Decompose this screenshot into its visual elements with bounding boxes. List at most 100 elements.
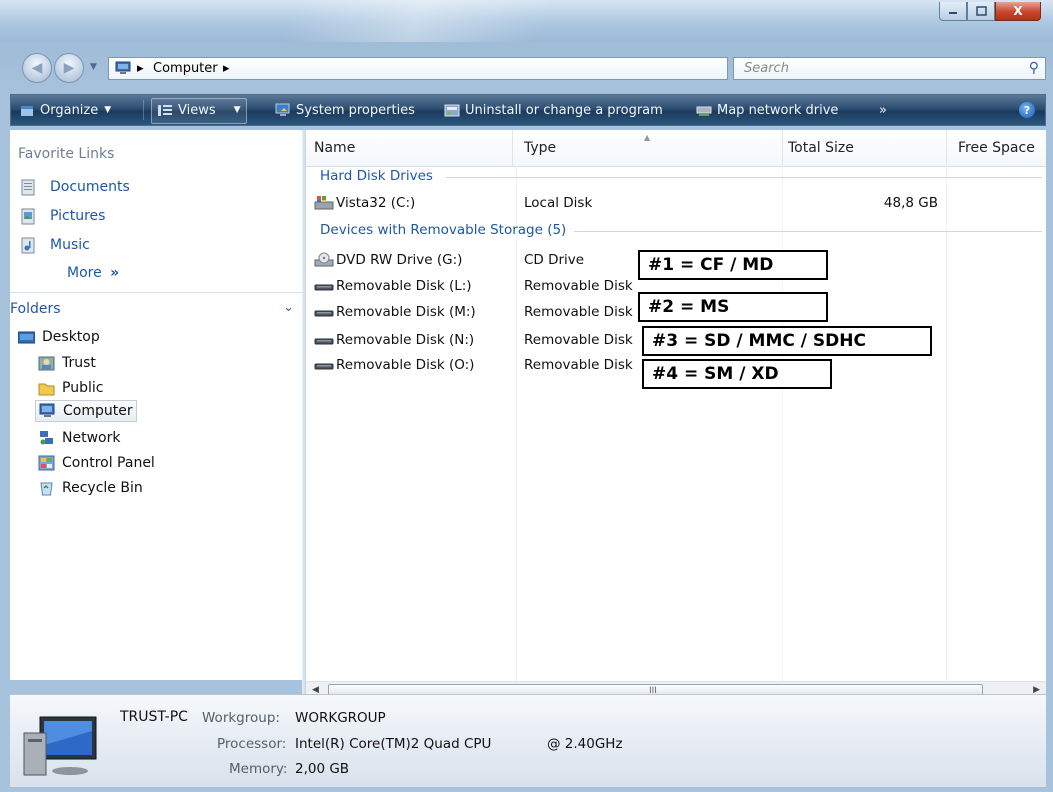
search-input[interactable]: Search ⚲ [733,57,1046,80]
views-dropdown-icon[interactable]: ▼ [234,105,241,115]
more-label: More [67,265,102,281]
group-divider [574,231,1042,232]
favorite-link-documents[interactable]: Documents [20,176,130,198]
views-label: Views [178,102,216,118]
overflow-chevron-icon: » [879,102,887,118]
tree-item-network[interactable]: Network [38,427,120,449]
workgroup-label: Workgroup: [202,710,280,726]
minimize-icon [949,12,957,14]
search-placeholder: Search [744,61,789,76]
breadcrumb-separator-end[interactable]: ▸ [223,61,230,76]
column-header-free-space[interactable]: Free Space [950,130,1046,166]
file-list: Name Type ▲ Total Size Free Space Hard D… [306,130,1046,710]
favorite-link-label: Documents [50,179,130,195]
tree-item-label: Network [62,430,121,446]
computer-large-icon [23,716,97,776]
organize-icon [21,105,33,116]
processor-label: Processor: [217,736,287,752]
explorer-window: X ◀ ▶ ▼ ▸ Computer ▸ ▼ ⇆ Search ⚲ [0,0,1053,792]
table-row[interactable]: Vista32 (C:) Local Disk 48,8 GB [306,192,1046,214]
folder-icon [38,383,55,396]
more-chevron-icon: » [110,265,120,281]
views-button[interactable]: Views ▼ [157,95,241,125]
tree-item-label: Public [62,380,104,396]
uninstall-button[interactable]: Uninstall or change a program [444,95,663,125]
cell-type: Removable Disk [524,357,633,373]
more-link[interactable]: More » [67,265,119,281]
annotation-slot-1: #1 = CF / MD [638,250,828,280]
recent-pages-dropdown[interactable]: ▼ [90,62,97,72]
tree-item-label: Computer [63,403,133,419]
uninstall-label: Uninstall or change a program [465,102,663,118]
computer-name: TRUST-PC [120,709,188,725]
recycle-bin-icon [40,482,53,496]
title-bar[interactable]: X [0,0,1053,42]
system-properties-icon [275,103,290,116]
caption-buttons: X [939,2,1041,21]
cell-total-size: 48,8 GB [883,195,938,211]
removable-disk-icon [314,310,334,317]
search-icon[interactable]: ⚲ [1029,60,1039,76]
maximize-button[interactable] [967,2,995,21]
group-header-hard-disk-drives[interactable]: Hard Disk Drives [320,168,433,184]
processor-value: Intel(R) Core(TM)2 Quad CPU [295,736,492,752]
cell-type: Local Disk [524,195,593,211]
uninstall-icon [444,104,460,116]
column-header-total-size[interactable]: Total Size [780,130,946,166]
favorite-link-label: Pictures [50,208,106,224]
tree-item-public[interactable]: Public [38,377,103,399]
help-icon[interactable]: ? [1019,102,1035,118]
system-properties-button[interactable]: System properties [275,95,415,125]
sort-arrow-icon: ▲ [644,133,651,142]
column-header-name[interactable]: Name [306,130,512,166]
back-button[interactable]: ◀ [22,53,52,83]
favorite-link-music[interactable]: Music [20,234,90,256]
cell-name: Vista32 (C:) [314,192,415,214]
column-guide [516,166,517,708]
favorite-link-pictures[interactable]: Pictures [20,205,105,227]
cell-type: Removable Disk [524,332,633,348]
memory-value: 2,00 GB [295,761,350,777]
cell-name: Removable Disk (L:) [314,275,472,297]
navigation-pane: Favorite Links Documents Pictures Music … [10,130,302,680]
breadcrumb-separator[interactable]: ▸ [137,61,144,76]
pictures-icon [21,208,35,224]
cell-name: DVD RW Drive (G:) [314,249,462,271]
dvd-drive-icon [314,252,334,267]
tree-item-computer[interactable]: Computer [35,400,137,422]
memory-label: Memory: [229,761,288,777]
map-network-drive-button[interactable]: Map network drive [696,95,838,125]
annotation-slot-4: #4 = SM / XD [642,359,832,389]
minimize-button[interactable] [939,2,967,21]
group-divider [446,177,1042,178]
close-button[interactable]: X [995,2,1041,21]
group-header-removable-storage[interactable]: Devices with Removable Storage (5) [320,222,566,238]
annotation-slot-2: #2 = MS [638,292,828,322]
back-arrow-icon: ◀ [31,60,43,76]
annotation-slot-3: #3 = SD / MMC / SDHC [642,326,932,356]
tree-item-label: Control Panel [62,455,155,471]
tree-item-desktop[interactable]: Desktop [18,326,100,348]
overflow-chevron[interactable]: » [879,95,887,125]
removable-disk-icon [314,338,334,345]
system-properties-label: System properties [296,102,415,118]
organize-dropdown-icon: ▼ [104,105,112,115]
tree-item-control-panel[interactable]: Control Panel [38,452,155,474]
column-separator[interactable] [946,130,947,166]
organize-button[interactable]: Organize ▼ [19,95,111,125]
cell-type: Removable Disk [524,304,633,320]
column-separator[interactable] [512,130,513,166]
computer-icon [39,403,55,417]
folders-header[interactable]: Folders ⌄ [10,292,302,327]
music-icon [21,237,35,253]
desktop-icon [18,331,35,344]
computer-icon [115,61,131,74]
tree-item-recycle-bin[interactable]: Recycle Bin [38,477,143,499]
address-bar[interactable]: ▸ Computer ▸ ▼ ⇆ [108,57,820,80]
cell-name: Removable Disk (N:) [314,329,474,351]
breadcrumb-computer[interactable]: Computer [153,61,218,76]
tree-item-trust[interactable]: Trust [38,352,96,374]
control-panel-icon [38,455,55,471]
network-icon [40,431,53,445]
forward-button[interactable]: ▶ [54,53,84,83]
